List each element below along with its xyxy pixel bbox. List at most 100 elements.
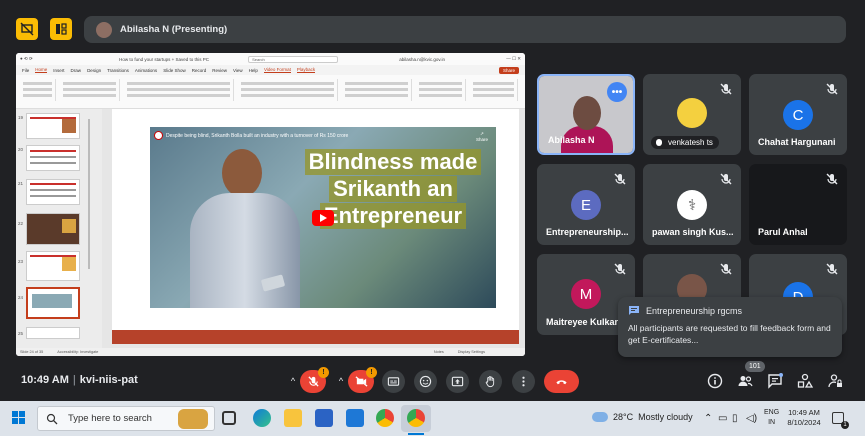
notification-count: 1: [841, 421, 849, 429]
people-button[interactable]: [736, 372, 754, 390]
ppt-tab: Draw: [70, 67, 82, 73]
presenter-label: Abilasha N (Presenting): [120, 24, 228, 35]
ppt-tab: Help: [248, 67, 258, 73]
ppt-search: Search: [248, 55, 339, 63]
layout-button[interactable]: [50, 18, 72, 40]
chat-notification[interactable]: Entrepreneurship rgcms All participants …: [618, 297, 842, 357]
ppt-tab: Insert: [53, 67, 65, 73]
participant-tile-self[interactable]: ••• Abilasha N: [537, 74, 635, 155]
caduceus-avatar-icon: ⚕: [677, 190, 707, 220]
participant-count-badge: 101: [745, 361, 765, 372]
current-slide: Blindness made Srikanth an Entrepreneur …: [112, 109, 519, 344]
ppt-ribbon-tabs: File Home Insert Draw Design Transitions…: [16, 65, 525, 75]
captions-button[interactable]: [382, 370, 405, 393]
slide-thumb: [26, 179, 80, 205]
info-icon: [707, 373, 723, 389]
present-icon: [451, 376, 464, 387]
weather-widget[interactable]: 28°C Mostly cloudy: [592, 408, 693, 422]
present-screen-button[interactable]: [446, 370, 469, 393]
participant-name: Entrepreneurship...: [546, 227, 629, 237]
presenter-banner[interactable]: Abilasha N (Presenting): [84, 16, 846, 43]
task-view-icon[interactable]: [222, 411, 236, 425]
hang-up-icon: [556, 380, 567, 385]
mic-off-icon: [826, 83, 838, 95]
more-options-button[interactable]: [512, 370, 535, 393]
embedded-video: Blindness made Srikanth an Entrepreneur …: [150, 127, 496, 308]
language-indicator[interactable]: ENG IN: [764, 408, 779, 428]
video-options-chevron-icon[interactable]: ^: [334, 370, 348, 393]
participant-name: Chahat Hargunani: [758, 137, 836, 147]
notes-status: Notes: [433, 350, 444, 354]
weather-text: Mostly cloudy: [638, 412, 693, 422]
windows-start-icon[interactable]: [12, 411, 26, 425]
mail-icon[interactable]: [346, 409, 364, 427]
ppt-tab: Video Format: [263, 67, 291, 73]
presenter-avatar: [96, 21, 112, 38]
participant-tile[interactable]: C Chahat Hargunani: [749, 74, 847, 155]
ribbon-group: [470, 79, 518, 101]
activities-button[interactable]: [796, 372, 814, 390]
slide-thumb: [26, 251, 80, 281]
participant-tile[interactable]: Parul Anhal: [749, 164, 847, 245]
file-explorer-icon[interactable]: [284, 409, 302, 427]
present-off-icon: [20, 22, 34, 36]
clock-time: 10:49 AM: [788, 408, 820, 417]
meeting-time: 10:49 AM: [21, 374, 69, 386]
chat-message: All participants are requested to fill f…: [628, 323, 831, 345]
avatar-image: [677, 98, 707, 128]
tray-chevron-icon[interactable]: ⌃: [704, 413, 712, 424]
temperature: 28°C: [613, 412, 634, 422]
shapes-icon: [797, 373, 814, 388]
participant-tile[interactable]: venkatesh ts: [643, 74, 741, 155]
network-icon[interactable]: ▭: [718, 413, 727, 424]
raise-hand-button[interactable]: [479, 370, 502, 393]
ribbon-group: [238, 79, 338, 101]
mic-warning-badge: !: [318, 367, 329, 378]
reactions-button[interactable]: [414, 370, 437, 393]
meeting-details-button[interactable]: [706, 372, 724, 390]
more-options-icon[interactable]: •••: [607, 82, 627, 102]
taskbar-search-box[interactable]: Type here to search: [37, 406, 215, 431]
microsoft-store-icon[interactable]: [315, 409, 333, 427]
thumb-number: 20: [18, 147, 24, 152]
stop-presenting-button[interactable]: [16, 18, 38, 40]
captions-icon: [387, 377, 400, 386]
meet-window: Abilasha N (Presenting) ● ⟲ ⟳ How to fun…: [0, 0, 865, 436]
ribbon-group: [60, 79, 120, 101]
ppt-tab: Slide Show: [163, 67, 186, 73]
window-controls: — ☐ ✕: [506, 56, 521, 61]
battery-icon[interactable]: ▯: [732, 413, 738, 424]
participant-name: Maitreyee Kulkarni: [546, 317, 627, 327]
system-clock[interactable]: 10:49 AM 8/10/2024: [785, 408, 823, 428]
slide-footer-bar: [112, 330, 519, 344]
lock-person-icon: [828, 374, 842, 388]
participant-tile[interactable]: E Entrepreneurship...: [537, 164, 635, 245]
ribbon-group: [124, 79, 234, 101]
chrome-icon-active[interactable]: [407, 409, 425, 427]
edge-browser-icon[interactable]: [253, 409, 271, 427]
host-controls-button[interactable]: [826, 372, 844, 390]
participant-name: venkatesh ts: [651, 136, 719, 149]
active-indicator: [408, 433, 424, 435]
volume-icon[interactable]: ◁): [746, 413, 757, 424]
thumb-number: 23: [18, 259, 24, 264]
audio-options-chevron-icon[interactable]: ^: [286, 370, 300, 393]
ribbon-group: [20, 79, 56, 101]
ppt-tab: Animations: [134, 67, 158, 73]
chat-icon: [629, 306, 639, 315]
meeting-code: kvi-niis-pat: [79, 374, 138, 386]
video-title-bar: Despite being blind, Srikanth Bolla buil…: [154, 131, 348, 140]
participant-name: Abilasha N: [548, 135, 595, 145]
clock-date: 8/10/2024: [787, 418, 821, 427]
participant-tile[interactable]: ⚕ pawan singh Kus...: [643, 164, 741, 245]
participant-name: Parul Anhal: [758, 227, 808, 237]
chat-icon: [768, 373, 783, 389]
thumb-number: 25: [18, 331, 24, 336]
ppt-tab: Transitions: [107, 67, 129, 73]
chrome-icon[interactable]: [376, 409, 394, 427]
ppt-tab: View: [232, 67, 243, 73]
ppt-share-button: Share: [498, 66, 519, 74]
chat-button[interactable]: [766, 372, 784, 390]
leave-call-button[interactable]: [544, 370, 579, 393]
avatar-initial: E: [571, 190, 601, 220]
